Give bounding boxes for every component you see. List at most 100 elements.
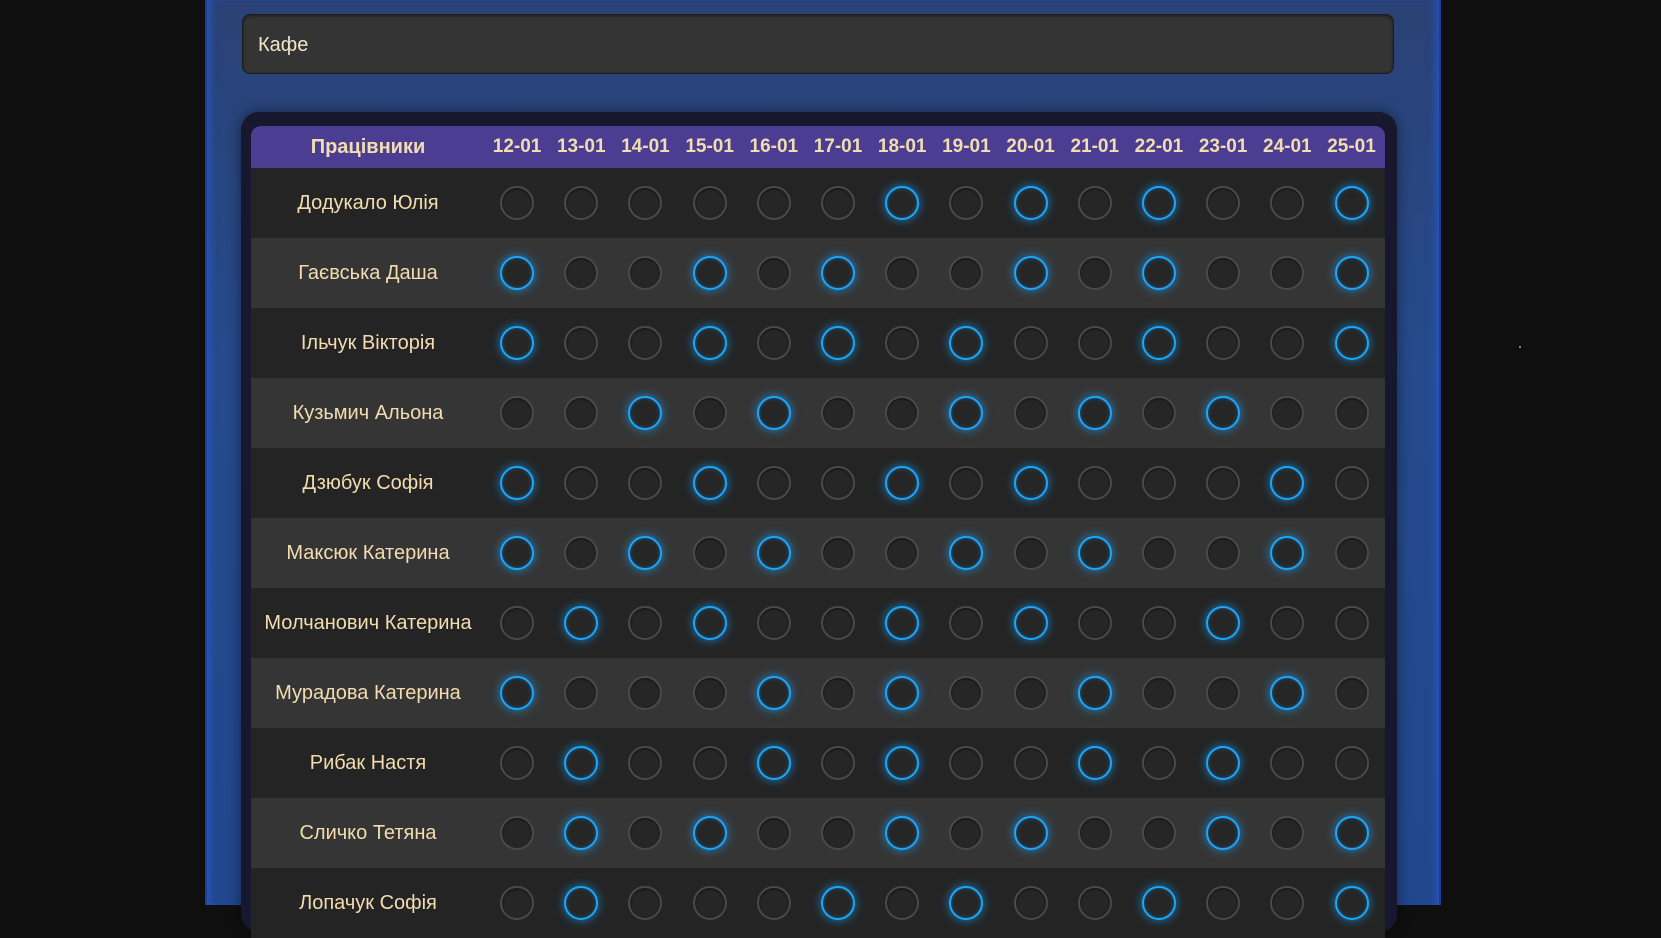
shift-toggle-off[interactable]	[1334, 466, 1369, 500]
shift-toggle-on[interactable]	[1206, 606, 1241, 640]
shift-toggle-off[interactable]	[1206, 326, 1241, 360]
shift-toggle-off[interactable]	[1077, 186, 1112, 220]
shift-toggle-on[interactable]	[821, 886, 856, 920]
shift-toggle-off[interactable]	[885, 536, 920, 570]
shift-toggle-off[interactable]	[821, 536, 856, 570]
shift-toggle-off[interactable]	[821, 186, 856, 220]
shift-toggle-off[interactable]	[692, 396, 727, 430]
shift-toggle-off[interactable]	[1270, 256, 1305, 290]
shift-toggle-on[interactable]	[1206, 396, 1241, 430]
shift-toggle-off[interactable]	[1013, 536, 1048, 570]
shift-toggle-on[interactable]	[1141, 886, 1176, 920]
shift-toggle-off[interactable]	[500, 396, 535, 430]
shift-toggle-off[interactable]	[949, 676, 984, 710]
shift-toggle-off[interactable]	[1077, 466, 1112, 500]
shift-toggle-off[interactable]	[564, 466, 599, 500]
shift-toggle-off[interactable]	[1270, 886, 1305, 920]
shift-toggle-off[interactable]	[949, 466, 984, 500]
shift-toggle-off[interactable]	[692, 536, 727, 570]
shift-toggle-on[interactable]	[1013, 816, 1048, 850]
shift-toggle-on[interactable]	[1013, 186, 1048, 220]
shift-toggle-off[interactable]	[1141, 606, 1176, 640]
shift-toggle-off[interactable]	[821, 606, 856, 640]
shift-toggle-off[interactable]	[1270, 396, 1305, 430]
shift-toggle-off[interactable]	[1013, 326, 1048, 360]
shift-toggle-on[interactable]	[885, 606, 920, 640]
shift-toggle-off[interactable]	[628, 186, 663, 220]
shift-toggle-on[interactable]	[885, 466, 920, 500]
shift-toggle-on[interactable]	[756, 536, 791, 570]
shift-toggle-on[interactable]	[949, 326, 984, 360]
shift-toggle-off[interactable]	[1077, 606, 1112, 640]
shift-toggle-on[interactable]	[756, 396, 791, 430]
shift-toggle-off[interactable]	[1334, 396, 1369, 430]
shift-toggle-off[interactable]	[1013, 396, 1048, 430]
shift-toggle-off[interactable]	[1206, 886, 1241, 920]
shift-toggle-on[interactable]	[949, 536, 984, 570]
shift-toggle-on[interactable]	[1206, 746, 1241, 780]
shift-toggle-off[interactable]	[1077, 886, 1112, 920]
shift-toggle-off[interactable]	[1270, 186, 1305, 220]
shift-toggle-off[interactable]	[692, 186, 727, 220]
shift-toggle-off[interactable]	[500, 746, 535, 780]
shift-toggle-on[interactable]	[564, 886, 599, 920]
shift-toggle-off[interactable]	[692, 886, 727, 920]
shift-toggle-off[interactable]	[756, 816, 791, 850]
shift-toggle-off[interactable]	[1270, 816, 1305, 850]
shift-toggle-on[interactable]	[692, 326, 727, 360]
shift-toggle-off[interactable]	[628, 816, 663, 850]
shift-toggle-off[interactable]	[1141, 466, 1176, 500]
shift-toggle-off[interactable]	[564, 676, 599, 710]
shift-toggle-off[interactable]	[1141, 746, 1176, 780]
shift-toggle-off[interactable]	[1334, 746, 1369, 780]
shift-toggle-on[interactable]	[885, 746, 920, 780]
shift-toggle-on[interactable]	[1270, 466, 1305, 500]
shift-toggle-on[interactable]	[949, 886, 984, 920]
shift-toggle-off[interactable]	[1270, 746, 1305, 780]
shift-toggle-on[interactable]	[628, 396, 663, 430]
shift-toggle-off[interactable]	[821, 676, 856, 710]
shift-toggle-on[interactable]	[1334, 186, 1369, 220]
shift-toggle-off[interactable]	[1206, 256, 1241, 290]
shift-toggle-on[interactable]	[885, 676, 920, 710]
shift-toggle-on[interactable]	[1270, 536, 1305, 570]
shift-toggle-off[interactable]	[564, 326, 599, 360]
shift-toggle-on[interactable]	[756, 746, 791, 780]
shift-toggle-on[interactable]	[500, 466, 535, 500]
shift-toggle-off[interactable]	[821, 746, 856, 780]
shift-toggle-off[interactable]	[628, 326, 663, 360]
shift-toggle-off[interactable]	[564, 186, 599, 220]
shift-toggle-off[interactable]	[1334, 536, 1369, 570]
shift-toggle-on[interactable]	[821, 256, 856, 290]
shift-toggle-off[interactable]	[1077, 816, 1112, 850]
shift-toggle-off[interactable]	[1013, 886, 1048, 920]
shift-toggle-off[interactable]	[949, 816, 984, 850]
shift-toggle-off[interactable]	[628, 886, 663, 920]
shift-toggle-off[interactable]	[692, 676, 727, 710]
shift-toggle-off[interactable]	[885, 886, 920, 920]
shift-toggle-off[interactable]	[500, 816, 535, 850]
shift-toggle-off[interactable]	[756, 326, 791, 360]
shift-toggle-on[interactable]	[1077, 396, 1112, 430]
shift-toggle-off[interactable]	[628, 606, 663, 640]
shift-toggle-off[interactable]	[1270, 606, 1305, 640]
shift-toggle-off[interactable]	[1206, 186, 1241, 220]
shift-toggle-on[interactable]	[1013, 466, 1048, 500]
shift-toggle-on[interactable]	[885, 816, 920, 850]
shift-toggle-off[interactable]	[885, 326, 920, 360]
shift-toggle-off[interactable]	[756, 606, 791, 640]
shift-toggle-on[interactable]	[1334, 886, 1369, 920]
shift-toggle-on[interactable]	[500, 256, 535, 290]
shift-toggle-on[interactable]	[756, 676, 791, 710]
shift-toggle-off[interactable]	[564, 396, 599, 430]
shift-toggle-off[interactable]	[564, 536, 599, 570]
shift-toggle-off[interactable]	[692, 746, 727, 780]
shift-toggle-on[interactable]	[1077, 536, 1112, 570]
shift-toggle-off[interactable]	[949, 256, 984, 290]
shift-toggle-off[interactable]	[1013, 676, 1048, 710]
shift-toggle-on[interactable]	[692, 606, 727, 640]
shift-toggle-off[interactable]	[1077, 326, 1112, 360]
shift-toggle-off[interactable]	[885, 256, 920, 290]
shift-toggle-off[interactable]	[1206, 466, 1241, 500]
shift-toggle-on[interactable]	[885, 186, 920, 220]
